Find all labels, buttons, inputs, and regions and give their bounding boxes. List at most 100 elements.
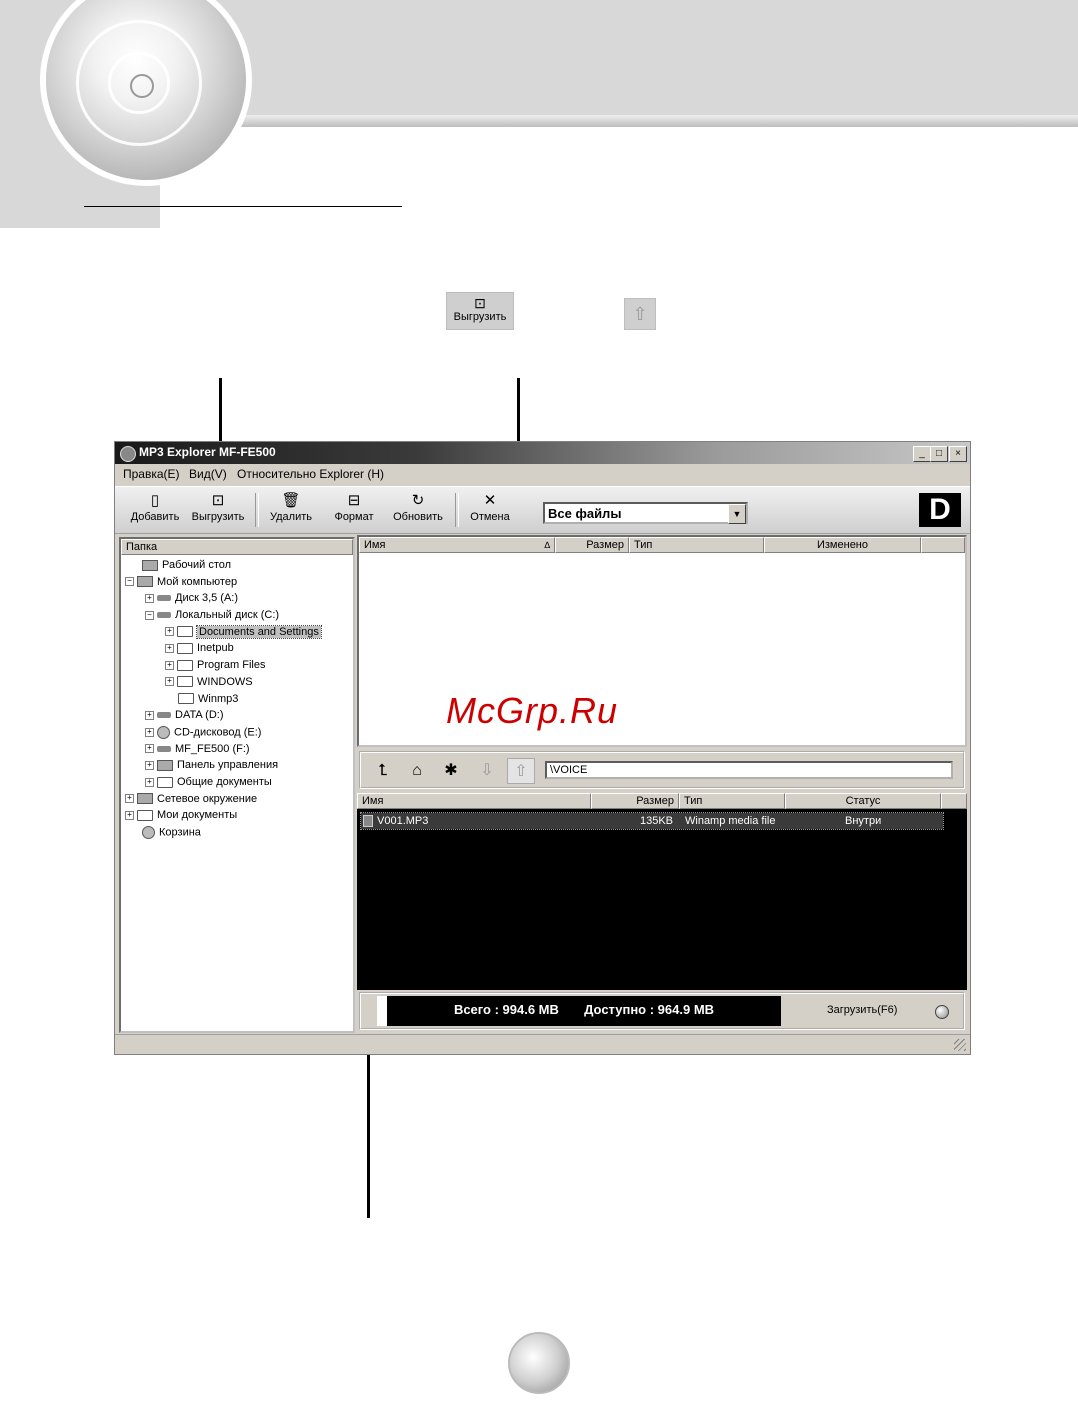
- tree-item-shared-documents[interactable]: + Общие документы: [125, 776, 351, 793]
- menu-bar: Правка(E) Вид(V) Относительно Explorer (…: [115, 464, 970, 484]
- drive-icon: [157, 745, 171, 752]
- cancel-button[interactable]: ✕ Отмена: [463, 489, 517, 531]
- refresh-icon: ↻: [411, 492, 425, 509]
- upload-button[interactable]: ⊡ Выгрузить: [187, 489, 249, 531]
- column-header-modified[interactable]: Изменено: [764, 537, 921, 553]
- documents-icon: [137, 809, 153, 821]
- folder-tree: Рабочий стол − Мой компьютер + Диск 3,5 (A…: [125, 559, 351, 843]
- memory-info: Всего : 994.6 MB Доступно : 964.9 MB: [387, 996, 781, 1026]
- expand-icon[interactable]: +: [125, 810, 134, 820]
- file-filter-value: Все файлы: [548, 506, 622, 521]
- device-nav-bar: ⮤ ⌂ ✱ ⇩ ⇧ \VOICE: [359, 751, 965, 789]
- minimize-button[interactable]: _: [913, 446, 931, 462]
- tree-item-my-documents[interactable]: + Мои документы: [125, 809, 351, 826]
- menu-view[interactable]: Вид(V): [189, 467, 227, 481]
- device-column-status[interactable]: Статус: [785, 793, 941, 809]
- chevron-down-icon[interactable]: ▼: [728, 504, 746, 524]
- new-folder-icon[interactable]: ✱: [437, 758, 465, 784]
- home-icon[interactable]: ⌂: [403, 758, 431, 784]
- expand-icon[interactable]: +: [125, 794, 134, 804]
- device-column-size[interactable]: Размер: [591, 793, 679, 809]
- resize-grip-icon[interactable]: [954, 1039, 966, 1051]
- upload-icon: ⊡: [474, 295, 486, 311]
- tree-item-my-computer[interactable]: − Мой компьютер: [125, 576, 351, 593]
- drive-icon: [157, 712, 171, 719]
- column-header-name[interactable]: Имя ∆: [359, 537, 555, 553]
- tree-item-windows[interactable]: + WINDOWS: [125, 676, 351, 693]
- disc-hub: [130, 74, 154, 98]
- collapse-icon[interactable]: −: [145, 610, 154, 620]
- tree-item-program-files[interactable]: + Program Files: [125, 659, 351, 676]
- device-file-list-body: V001.MP3 135KB Winamp media file Внутри: [357, 809, 967, 990]
- load-button[interactable]: Загрузить(F6): [827, 1004, 897, 1016]
- column-header-type[interactable]: Тип: [629, 537, 764, 553]
- format-button[interactable]: ⊟ Формат: [327, 489, 381, 531]
- close-button[interactable]: ×: [949, 446, 967, 462]
- device-column-name[interactable]: Имя: [357, 793, 591, 809]
- file-status: Внутри: [845, 815, 882, 827]
- format-icon: ⊟: [347, 492, 361, 509]
- tree-item-control-panel[interactable]: + Панель управления: [125, 759, 351, 776]
- tree-item-floppy[interactable]: + Диск 3,5 (A:): [125, 592, 351, 609]
- device-column-type[interactable]: Тип: [679, 793, 785, 809]
- folder-icon: [178, 693, 194, 705]
- upload-icon: ⊡: [211, 492, 225, 509]
- collapse-icon[interactable]: −: [125, 577, 134, 587]
- expand-icon[interactable]: +: [145, 727, 154, 737]
- file-filter-select[interactable]: Все файлы ▼: [543, 502, 748, 524]
- floppy-icon: [157, 595, 171, 602]
- folder-icon: [157, 776, 173, 788]
- column-header-size[interactable]: Размер: [555, 537, 629, 553]
- cancel-icon: ✕: [483, 492, 497, 509]
- tree-item-winmp3[interactable]: Winmp3: [125, 693, 351, 710]
- expand-icon[interactable]: +: [165, 677, 174, 687]
- add-button[interactable]: ▯ Добавить: [127, 489, 183, 531]
- file-size: 135KB: [639, 815, 673, 827]
- folder-icon: [177, 626, 193, 638]
- maximize-button[interactable]: □: [930, 446, 948, 462]
- refresh-button[interactable]: ↻ Обновить: [387, 489, 449, 531]
- trash-icon: 🗑: [281, 492, 301, 509]
- toolbar-separator: [255, 493, 259, 527]
- tree-item-local-disk-c[interactable]: − Локальный диск (C:): [125, 609, 351, 626]
- cd-icon: [157, 725, 170, 739]
- total-memory: Всего : 994.6 MB: [453, 1002, 559, 1017]
- footer-disc-graphic: [508, 1332, 570, 1394]
- expand-icon[interactable]: +: [165, 627, 174, 637]
- menu-about[interactable]: Относительно Explorer (H): [237, 467, 384, 481]
- folder-tree-pane: Папка Рабочий стол − Мой компьютер + Диск …: [119, 537, 355, 1033]
- tree-item-mf-fe500[interactable]: + MF_FE500 (F:): [125, 743, 351, 760]
- tree-item-network[interactable]: + Сетевое окружение: [125, 793, 351, 810]
- expand-icon[interactable]: +: [145, 744, 154, 754]
- header-rule: [84, 206, 402, 207]
- up-arrow-icon[interactable]: ⇧: [507, 758, 535, 784]
- tree-item-inetpub[interactable]: + Inetpub: [125, 642, 351, 659]
- delete-button[interactable]: 🗑 Удалить: [263, 489, 319, 531]
- tree-item-documents-and-settings[interactable]: + Documents and Settings: [125, 624, 351, 643]
- expand-icon[interactable]: +: [165, 660, 174, 670]
- tree-item-recycle-bin[interactable]: Корзина: [125, 826, 351, 843]
- title-bar[interactable]: MP3 Explorer MF-FE500 _ □ ×: [115, 442, 970, 464]
- desktop-icon: [142, 559, 158, 571]
- expand-icon[interactable]: +: [145, 777, 154, 787]
- device-path-input[interactable]: \VOICE: [545, 761, 953, 779]
- recycle-bin-icon: [142, 826, 155, 839]
- expand-icon[interactable]: +: [145, 593, 154, 603]
- add-icon: ▯: [150, 492, 160, 509]
- expand-icon[interactable]: +: [165, 644, 174, 654]
- device-column-blank: [941, 793, 967, 809]
- tree-item-desktop[interactable]: Рабочий стол: [125, 559, 351, 576]
- table-row[interactable]: V001.MP3 135KB Winamp media file Внутри: [360, 812, 944, 830]
- toolbar-separator: [455, 493, 459, 527]
- expand-icon[interactable]: +: [145, 760, 154, 770]
- network-icon: [137, 793, 153, 805]
- parent-folder-icon[interactable]: ⮤: [369, 758, 397, 784]
- down-arrow-icon[interactable]: ⇩: [473, 758, 501, 784]
- watermark: McGrp.Ru: [446, 690, 619, 731]
- mp3-file-icon: [363, 815, 373, 827]
- tree-item-cd-drive[interactable]: + CD-дисковод (E:): [125, 725, 351, 743]
- tree-item-data-d[interactable]: + DATA (D:): [125, 709, 351, 726]
- expand-icon[interactable]: +: [145, 710, 154, 720]
- menu-edit[interactable]: Правка(E): [123, 467, 180, 481]
- upload-button-preview: ⊡ Выгрузить: [446, 292, 514, 330]
